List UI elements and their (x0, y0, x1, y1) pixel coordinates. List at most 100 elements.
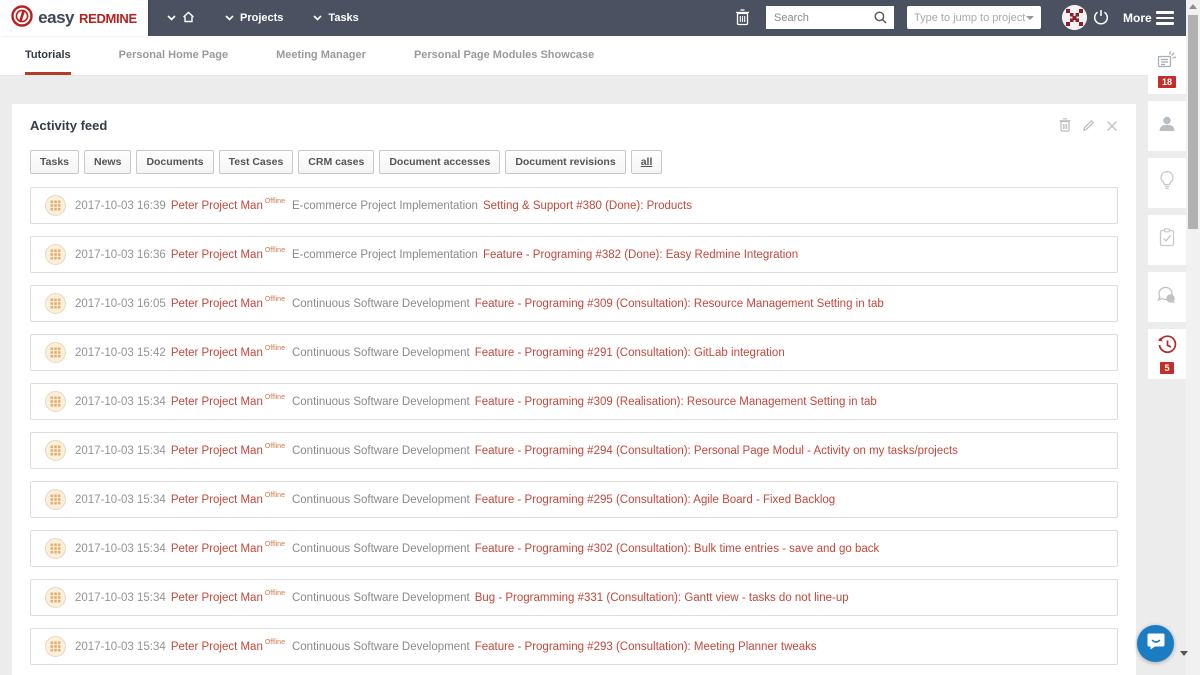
avatar-identicon (45, 489, 66, 510)
delete-module-trash-icon[interactable] (1059, 118, 1071, 137)
tab-label: Personal Home Page (118, 49, 229, 61)
activity-row[interactable]: 2017-10-03 15:34 Peter Project Man Offli… (30, 481, 1118, 518)
presence-status: Offline (264, 247, 285, 254)
trash-icon[interactable] (735, 9, 750, 31)
home-icon (182, 11, 195, 26)
tab[interactable]: Personal Page Modules Showcase (414, 36, 594, 75)
sidebar-item-ideas[interactable] (1148, 158, 1186, 208)
activity-row[interactable]: 2017-10-03 15:34 Peter Project Man Offli… (30, 579, 1118, 616)
task-link[interactable]: Feature - Programing #302 (Consultation)… (475, 543, 880, 555)
user-link[interactable]: Peter Project Man (171, 200, 263, 212)
user-link[interactable]: Peter Project Man (171, 641, 263, 653)
activity-timestamp: 2017-10-03 15:34 (75, 640, 166, 653)
filter-button[interactable]: Tasks (30, 150, 79, 174)
filter-button[interactable]: Documents (136, 150, 214, 174)
presence-status: Offline (264, 296, 285, 303)
jump-to-project-select[interactable]: Type to jump to project... (907, 6, 1041, 29)
personal-page-tabs: Tutorials Personal Home Page Meeting Man… (0, 36, 1200, 76)
sidebar-item-test-cases[interactable] (1148, 215, 1186, 265)
task-link[interactable]: Feature - Programing #295 (Consultation)… (475, 494, 836, 506)
sidebar-item-news-feed[interactable]: 18 (1148, 44, 1186, 94)
activity-row[interactable]: 2017-10-03 15:34 Peter Project Man Offli… (30, 383, 1118, 420)
vertical-scrollbar[interactable] (1186, 0, 1200, 675)
project-name: Continuous Software Development (291, 591, 470, 604)
sidebar-item-users[interactable] (1148, 101, 1186, 151)
user-avatar[interactable] (1062, 5, 1087, 30)
logout-power-icon[interactable] (1093, 9, 1109, 30)
chat-bubbles-icon (1156, 285, 1178, 309)
search-icon[interactable] (874, 11, 893, 24)
right-sidebar: 18 5 (1148, 44, 1186, 386)
activity-timestamp: 2017-10-03 15:34 (75, 493, 166, 506)
tab[interactable]: Tutorials (25, 36, 71, 75)
live-chat-button[interactable] (1137, 625, 1174, 662)
edit-pencil-icon[interactable] (1082, 119, 1095, 137)
top-navigation: Projects Tasks (152, 0, 374, 36)
task-link[interactable]: Feature - Programing #293 (Consultation)… (475, 641, 817, 653)
user-link[interactable]: Peter Project Man (171, 396, 263, 408)
nav-projects[interactable]: Projects (210, 0, 298, 36)
more-menu[interactable]: More (1123, 11, 1152, 25)
sidebar-item-history[interactable]: 5 (1148, 329, 1186, 379)
filter-button[interactable]: Document revisions (505, 150, 626, 174)
avatar-identicon (45, 391, 66, 412)
filter-button[interactable]: all (630, 150, 663, 174)
task-link[interactable]: Feature - Programing #309 (Realisation):… (475, 396, 877, 408)
presence-status: Offline (264, 198, 285, 205)
user-link[interactable]: Peter Project Man (171, 249, 263, 261)
nav-home[interactable] (152, 0, 210, 36)
scrollbar-thumb[interactable] (1188, 15, 1198, 229)
sidebar-item-chat[interactable] (1148, 272, 1186, 322)
tab[interactable]: Meeting Manager (276, 36, 366, 75)
filter-button[interactable]: Document accesses (379, 150, 501, 174)
user-link[interactable]: Peter Project Man (171, 592, 263, 604)
user-link[interactable]: Peter Project Man (171, 445, 263, 457)
filter-button[interactable]: News (84, 150, 132, 174)
project-name: Continuous Software Development (291, 444, 470, 457)
tab-label: Meeting Manager (276, 49, 366, 61)
task-link[interactable]: Setting & Support #380 (Done): Products (483, 200, 692, 212)
task-link[interactable]: Bug - Programming #331 (Consultation): G… (475, 592, 849, 604)
activity-row[interactable]: 2017-10-03 16:36 Peter Project Man Offli… (30, 236, 1118, 273)
chevron-down-icon (1026, 15, 1034, 20)
avatar-identicon (45, 636, 66, 657)
activity-timestamp: 2017-10-03 15:34 (75, 444, 166, 457)
user-link[interactable]: Peter Project Man (171, 494, 263, 506)
nav-tasks-label: Tasks (328, 12, 359, 24)
user-link[interactable]: Peter Project Man (171, 347, 263, 359)
tab[interactable]: Personal Home Page (119, 36, 228, 75)
chevron-down-icon (313, 12, 322, 24)
history-badge: 5 (1160, 361, 1174, 374)
activity-timestamp: 2017-10-03 16:36 (75, 248, 166, 261)
task-link[interactable]: Feature - Programing #382 (Done): Easy R… (483, 249, 798, 261)
activity-timestamp: 2017-10-03 15:34 (75, 542, 166, 555)
close-icon[interactable] (1106, 119, 1118, 137)
activity-row[interactable]: 2017-10-03 16:05 Peter Project Man Offli… (30, 285, 1118, 322)
activity-row[interactable]: 2017-10-03 15:34 Peter Project Man Offli… (30, 432, 1118, 469)
tab-label: Personal Page Modules Showcase (413, 49, 595, 61)
presence-status: Offline (264, 492, 285, 499)
scroll-up-arrow-icon[interactable] (1189, 4, 1197, 9)
nav-tasks[interactable]: Tasks (298, 0, 373, 36)
presence-status: Offline (264, 394, 285, 401)
chevron-down-icon (167, 12, 176, 24)
user-link[interactable]: Peter Project Man (171, 543, 263, 555)
activity-timestamp: 2017-10-03 15:34 (75, 395, 166, 408)
activity-row[interactable]: 2017-10-03 16:39 Peter Project Man Offli… (30, 187, 1118, 224)
filter-button[interactable]: Test Cases (218, 150, 294, 174)
activity-row[interactable]: 2017-10-03 15:42 Peter Project Man Offli… (30, 334, 1118, 371)
filter-button[interactable]: CRM cases (298, 150, 375, 174)
search-input[interactable] (767, 11, 874, 24)
project-name: E-commerce Project Implementation (291, 248, 478, 261)
hamburger-menu-icon[interactable] (1156, 11, 1174, 28)
chevron-down-icon[interactable] (1180, 651, 1188, 656)
task-link[interactable]: Feature - Programing #291 (Consultation)… (475, 347, 785, 359)
app-logo[interactable]: easy REDMINE (0, 0, 148, 36)
task-link[interactable]: Feature - Programing #294 (Consultation)… (475, 445, 958, 457)
filter-label: News (94, 156, 122, 168)
task-link[interactable]: Feature - Programing #309 (Consultation)… (475, 298, 884, 310)
activity-row[interactable]: 2017-10-03 15:34 Peter Project Man Offli… (30, 530, 1118, 567)
user-link[interactable]: Peter Project Man (171, 298, 263, 310)
avatar-identicon (45, 293, 66, 314)
activity-row[interactable]: 2017-10-03 15:34 Peter Project Man Offli… (30, 628, 1118, 665)
